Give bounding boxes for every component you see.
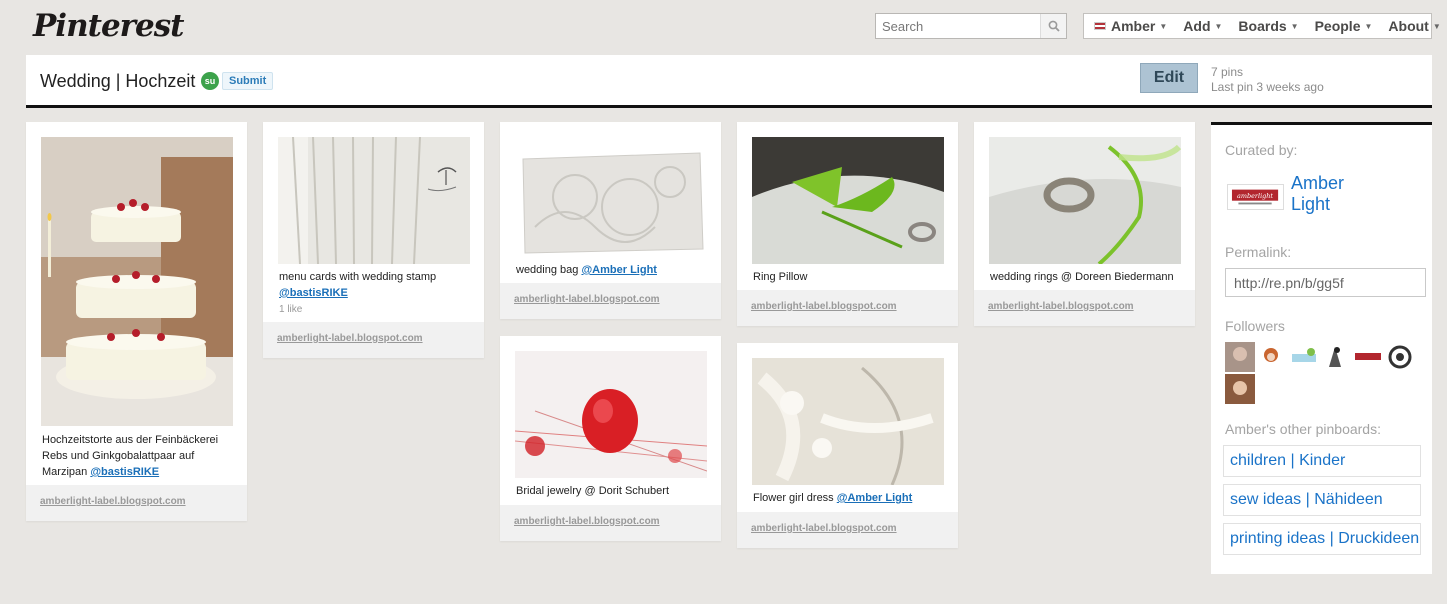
- nav-user-menu[interactable]: Amber ▼: [1094, 18, 1167, 34]
- nav-add-menu[interactable]: Add ▼: [1183, 18, 1222, 34]
- pin-description: Hochzeitstorte aus der Feinbäckerei Rebs…: [42, 432, 237, 480]
- chevron-down-icon: ▼: [1159, 21, 1168, 31]
- search-box: [875, 13, 1067, 39]
- chevron-down-icon: ▼: [1432, 21, 1441, 31]
- follower-avatar[interactable]: [1257, 342, 1287, 372]
- pin-mention-link[interactable]: @Amber Light: [837, 492, 913, 504]
- pin-footer: amberlight-label.blogspot.com: [500, 505, 721, 541]
- pin-source-link[interactable]: amberlight-label.blogspot.com: [514, 516, 660, 527]
- pin-footer: amberlight-label.blogspot.com: [500, 283, 721, 319]
- curated-by-label: Curated by:: [1225, 142, 1298, 158]
- board-sidebar: Curated by: amberlight Amber Light Perma…: [1211, 122, 1432, 574]
- pin-count: 7 pins: [1211, 65, 1244, 79]
- pin-likes[interactable]: 1 like: [279, 304, 302, 315]
- permalink-label: Permalink:: [1225, 244, 1292, 260]
- pin-image[interactable]: [752, 137, 944, 264]
- pin-footer: amberlight-label.blogspot.com: [737, 290, 958, 326]
- pin-image[interactable]: [515, 351, 707, 478]
- pin-card[interactable]: wedding bag @Amber Light amberlight-labe…: [500, 122, 721, 319]
- followers-list: [1225, 342, 1425, 406]
- pin-text: wedding rings @ Doreen Biedermann: [990, 271, 1174, 283]
- permalink-field[interactable]: [1225, 268, 1426, 297]
- pin-card[interactable]: Flower girl dress @Amber Light amberligh…: [737, 343, 958, 548]
- other-boards-label: Amber's other pinboards:: [1225, 421, 1381, 437]
- edit-board-button[interactable]: Edit: [1140, 63, 1198, 93]
- chevron-down-icon: ▼: [1364, 21, 1373, 31]
- pin-card[interactable]: Ring Pillow amberlight-label.blogspot.co…: [737, 122, 958, 326]
- pin-text: Ring Pillow: [753, 271, 808, 283]
- country-flag-icon: [1094, 22, 1106, 30]
- other-board-link[interactable]: printing ideas | Druckideen: [1223, 523, 1421, 555]
- nav-about-label: About: [1388, 18, 1429, 34]
- pin-card[interactable]: Hochzeitstorte aus der Feinbäckerei Rebs…: [26, 122, 247, 521]
- nav-boards-label: Boards: [1238, 18, 1287, 34]
- search-icon: [1048, 20, 1060, 32]
- search-button[interactable]: [1040, 14, 1066, 38]
- other-board-link[interactable]: children | Kinder: [1223, 445, 1421, 477]
- stumbleupon-icon[interactable]: su: [201, 72, 219, 90]
- follower-avatar[interactable]: [1353, 342, 1383, 372]
- followers-label: Followers: [1225, 318, 1285, 334]
- pin-mention-link[interactable]: @Amber Light: [581, 264, 657, 276]
- pin-source-link[interactable]: amberlight-label.blogspot.com: [40, 496, 186, 507]
- follower-avatar[interactable]: [1225, 374, 1255, 404]
- pin-text: Flower girl dress: [753, 492, 834, 504]
- pin-description: Bridal jewelry @ Dorit Schubert: [516, 483, 711, 499]
- svg-text:amberlight: amberlight: [1237, 192, 1273, 200]
- chevron-down-icon: ▼: [1214, 21, 1223, 31]
- pin-footer: amberlight-label.blogspot.com: [26, 485, 247, 521]
- pin-description: Flower girl dress @Amber Light: [753, 490, 948, 506]
- pinterest-logo[interactable]: Pinterest: [33, 8, 184, 44]
- pin-description: wedding rings @ Doreen Biedermann: [990, 269, 1185, 285]
- pin-source-link[interactable]: amberlight-label.blogspot.com: [514, 294, 660, 305]
- board-stats: 7 pins Last pin 3 weeks ago: [1211, 65, 1324, 95]
- pin-card[interactable]: menu cards with wedding stamp @bastisRIK…: [263, 122, 484, 358]
- chevron-down-icon: ▼: [1290, 21, 1299, 31]
- pin-image[interactable]: [41, 137, 233, 426]
- follower-avatar[interactable]: [1385, 342, 1415, 372]
- pin-source-link[interactable]: amberlight-label.blogspot.com: [751, 301, 897, 312]
- nav-people-menu[interactable]: People ▼: [1315, 18, 1373, 34]
- pin-card[interactable]: wedding rings @ Doreen Biedermann amberl…: [974, 122, 1195, 326]
- board-header: Wedding | Hochzeit su Submit Edit 7 pins…: [26, 55, 1432, 108]
- pin-text: Bridal jewelry @ Dorit Schubert: [516, 485, 669, 497]
- pin-mention-link[interactable]: @bastisRIKE: [90, 466, 159, 478]
- pin-footer: amberlight-label.blogspot.com: [263, 322, 484, 358]
- pin-text: wedding bag: [516, 264, 579, 276]
- nav-about-menu[interactable]: About ▼: [1388, 18, 1440, 34]
- follower-avatar[interactable]: [1321, 342, 1351, 372]
- nav-user-label: Amber: [1111, 18, 1156, 34]
- pin-image[interactable]: [515, 137, 707, 257]
- pin-footer: amberlight-label.blogspot.com: [737, 512, 958, 548]
- pin-description: wedding bag @Amber Light: [516, 262, 711, 278]
- pin-card[interactable]: Bridal jewelry @ Dorit Schubert amberlig…: [500, 336, 721, 541]
- follower-avatar[interactable]: [1289, 342, 1319, 372]
- pin-source-link[interactable]: amberlight-label.blogspot.com: [277, 333, 423, 344]
- pin-footer: amberlight-label.blogspot.com: [974, 290, 1195, 326]
- pin-mention-link[interactable]: @bastisRIKE: [279, 287, 348, 299]
- follower-avatar[interactable]: [1225, 342, 1255, 372]
- pin-text: menu cards with wedding stamp: [279, 271, 437, 283]
- other-board-link[interactable]: sew ideas | Nähideen: [1223, 484, 1421, 516]
- curator-avatar[interactable]: amberlight: [1227, 184, 1284, 210]
- pin-source-link[interactable]: amberlight-label.blogspot.com: [751, 523, 897, 534]
- last-pin-time: Last pin 3 weeks ago: [1211, 80, 1324, 94]
- pin-description: menu cards with wedding stamp @bastisRIK…: [279, 269, 474, 301]
- pin-description: Ring Pillow: [753, 269, 948, 285]
- pin-image[interactable]: [752, 358, 944, 485]
- nav-people-label: People: [1314, 18, 1361, 34]
- pin-image[interactable]: [278, 137, 470, 264]
- pin-source-link[interactable]: amberlight-label.blogspot.com: [988, 301, 1134, 312]
- search-input[interactable]: [876, 14, 1040, 38]
- board-title: Wedding | Hochzeit: [40, 71, 196, 91]
- pin-image[interactable]: [989, 137, 1181, 264]
- nav-boards-menu[interactable]: Boards ▼: [1238, 18, 1298, 34]
- curator-name-link[interactable]: Amber Light: [1291, 173, 1361, 215]
- nav-add-label: Add: [1183, 18, 1211, 34]
- stumbleupon-submit-button[interactable]: Submit: [222, 72, 274, 90]
- top-nav: Amber ▼ Add ▼ Boards ▼ People ▼ About ▼: [1083, 13, 1441, 39]
